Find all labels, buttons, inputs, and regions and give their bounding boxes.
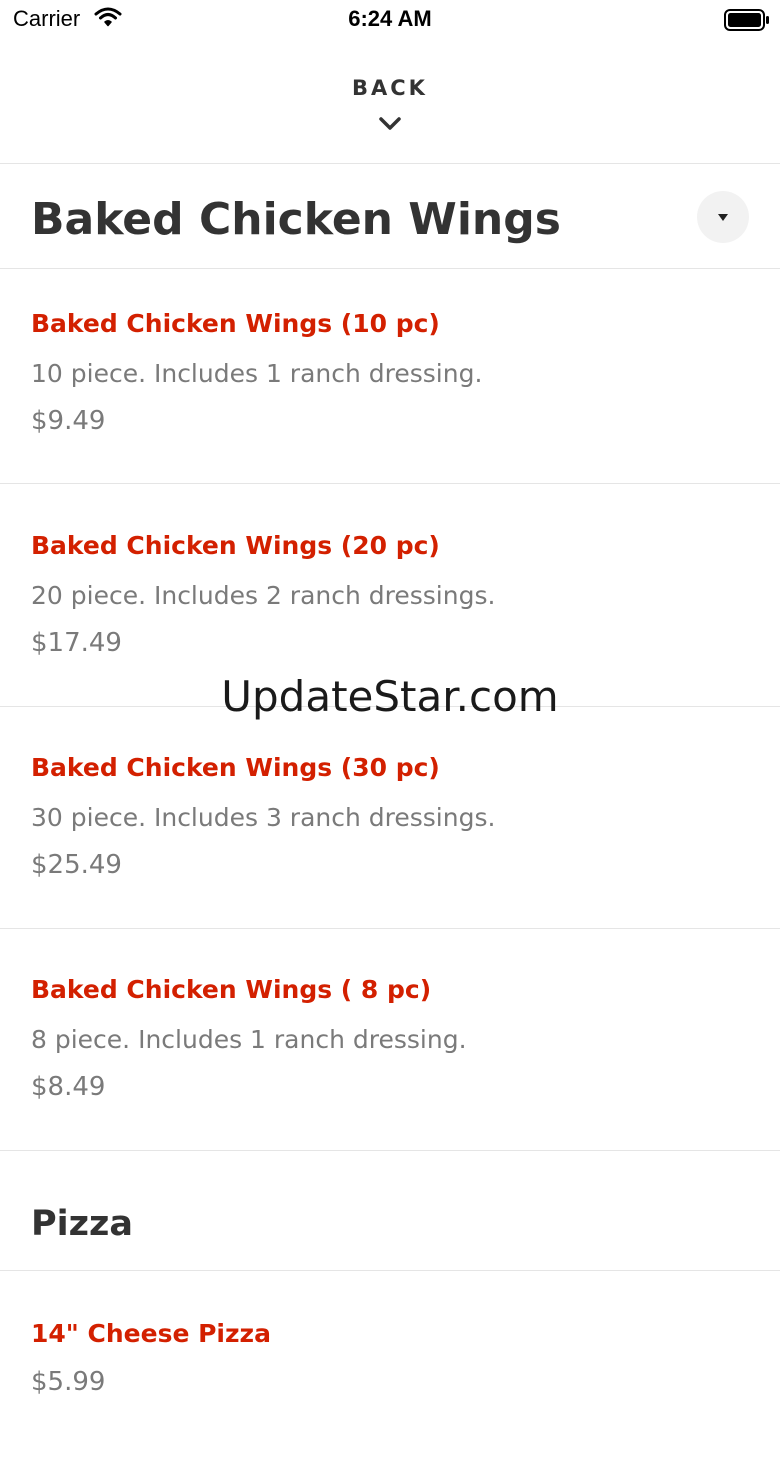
item-name: 14" Cheese Pizza: [31, 1319, 271, 1348]
menu-item[interactable]: Baked Chicken Wings (30 pc) 30 piece. In…: [0, 707, 780, 929]
section-header[interactable]: Baked Chicken Wings: [0, 164, 780, 269]
clock: 6:24 AM: [348, 6, 432, 31]
section-title: Baked Chicken Wings: [31, 194, 561, 245]
item-price: $9.49: [31, 406, 106, 436]
item-price: $25.49: [31, 850, 122, 880]
caret-down-icon: [718, 214, 728, 221]
battery-icon: [724, 9, 770, 35]
back-header[interactable]: BACK: [0, 40, 780, 164]
section-header[interactable]: Pizza: [0, 1151, 780, 1271]
item-description: 30 piece. Includes 3 ranch dressings.: [31, 803, 496, 832]
item-price: $5.99: [31, 1367, 106, 1397]
watermark: UpdateStar.com: [221, 672, 559, 721]
item-description: 10 piece. Includes 1 ranch dressing.: [31, 359, 483, 388]
back-button[interactable]: BACK: [0, 76, 780, 100]
item-description: 8 piece. Includes 1 ranch dressing.: [31, 1025, 467, 1054]
item-name: Baked Chicken Wings ( 8 pc): [31, 975, 432, 1004]
menu-item[interactable]: Baked Chicken Wings ( 8 pc) 8 piece. Inc…: [0, 929, 780, 1151]
item-description: 20 piece. Includes 2 ranch dressings.: [31, 581, 496, 610]
chevron-down-icon[interactable]: [378, 116, 402, 136]
item-name: Baked Chicken Wings (10 pc): [31, 309, 440, 338]
item-name: Baked Chicken Wings (20 pc): [31, 531, 440, 560]
status-bar: Carrier 6:24 AM: [0, 0, 780, 40]
menu-item[interactable]: 14" Cheese Pizza $5.99: [0, 1271, 780, 1471]
section-title: Pizza: [31, 1204, 134, 1244]
menu-item[interactable]: Baked Chicken Wings (10 pc) 10 piece. In…: [0, 269, 780, 484]
item-price: $17.49: [31, 628, 122, 658]
item-price: $8.49: [31, 1072, 106, 1102]
collapse-section-button[interactable]: [697, 191, 749, 243]
item-name: Baked Chicken Wings (30 pc): [31, 753, 440, 782]
